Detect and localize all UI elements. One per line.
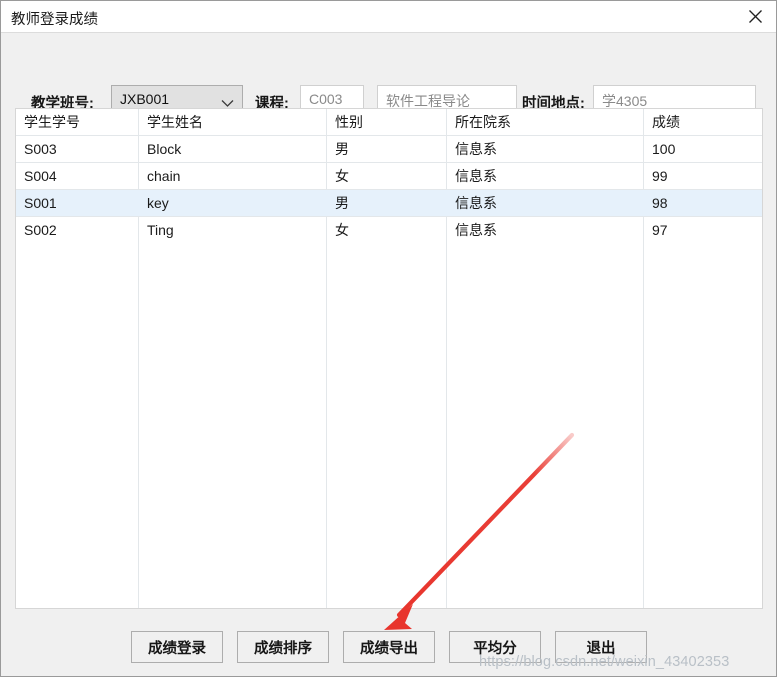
column-header[interactable]: 学生姓名 [139, 109, 327, 136]
grades-grid: 学生学号 学生姓名 性别 所在院系 成绩 S003 Block 男信息系 100 S004 chai… [16, 109, 762, 243]
cell-name: Ting [139, 216, 327, 243]
cell-id: S003 [16, 135, 139, 163]
cell-dept: 信息系 [447, 162, 644, 190]
window-title: 教师登录成绩 [11, 12, 98, 28]
table-header-row: 学生学号 学生姓名 性别 所在院系 成绩 [16, 109, 762, 136]
cell-gender: 女 [327, 162, 447, 190]
cell-score: 100 [644, 135, 762, 163]
title-bar: 教师登录成绩 [1, 1, 776, 33]
table-row[interactable]: S003 Block 男信息系 100 [16, 135, 762, 163]
dialog-window: 教师登录成绩 教学班号: JXB001 课程: C003 软件工程导论 时间地点… [0, 0, 777, 677]
cell-gender: 男 [327, 135, 447, 163]
table-row[interactable]: S002 Ting 女信息系 97 [16, 216, 762, 243]
cell-name: chain [139, 162, 327, 190]
table-row[interactable]: S004 chain 女信息系 99 [16, 162, 762, 190]
cell-id: S001 [16, 189, 139, 217]
cell-name: Block [139, 135, 327, 163]
course-code-value: C003 [309, 91, 343, 107]
close-button[interactable] [732, 1, 776, 32]
cell-dept: 信息系 [447, 135, 644, 163]
cell-score: 99 [644, 162, 762, 190]
column-header[interactable]: 成绩 [644, 109, 762, 136]
cell-gender: 女 [327, 216, 447, 243]
grades-table[interactable]: 学生学号 学生姓名 性别 所在院系 成绩 S003 Block 男信息系 100 S004 chai… [15, 108, 763, 609]
column-header[interactable]: 所在院系 [447, 109, 644, 136]
export-grade-button[interactable]: 成绩导出 [343, 631, 435, 663]
cell-id: S002 [16, 216, 139, 243]
table-row[interactable]: S001 key 男信息系 98 [16, 189, 762, 217]
column-header[interactable]: 学生学号 [16, 109, 139, 136]
class-combobox-value: JXB001 [120, 91, 170, 107]
close-icon [748, 9, 763, 24]
watermark-text: https://blog.csdn.net/weixin_43402353 [479, 654, 730, 670]
cell-score: 98 [644, 189, 762, 217]
cell-dept: 信息系 [447, 189, 644, 217]
cell-name: key [139, 189, 327, 217]
cell-dept: 信息系 [447, 216, 644, 243]
column-header[interactable]: 性别 [327, 109, 447, 136]
sort-grade-button[interactable]: 成绩排序 [237, 631, 329, 663]
cell-gender: 男 [327, 189, 447, 217]
cell-score: 97 [644, 216, 762, 243]
record-grade-button[interactable]: 成绩登录 [131, 631, 223, 663]
cell-id: S004 [16, 162, 139, 190]
filter-form: 教学班号: JXB001 课程: C003 软件工程导论 时间地点: 学4305 [1, 34, 776, 115]
